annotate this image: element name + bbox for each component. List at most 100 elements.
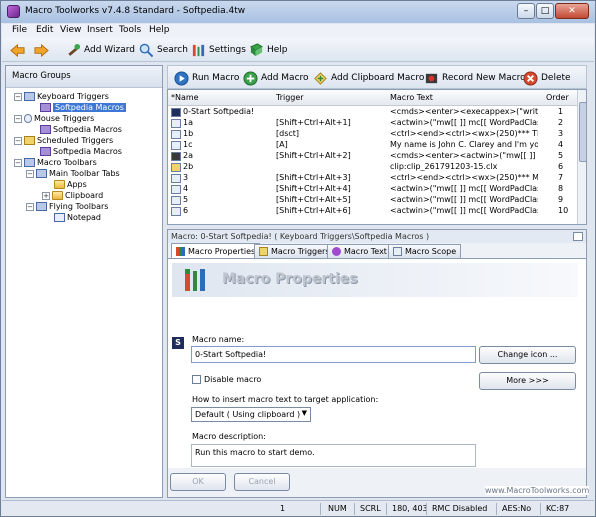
add-macro-button[interactable]: Add Macro [243,69,309,87]
table-row[interactable]: 0-Start Softpedia! <cmds><enter><execappe… [168,107,578,118]
table-row[interactable]: 2a [Shift+Ctrl+Alt+2] <cmds><enter><actwin… [168,151,578,162]
chevron-down-icon: ▼ [301,409,307,417]
table-row[interactable]: 1b [dsct] <ctrl><end><ctrl><wx>(250)*** TE… [168,129,578,140]
column-order[interactable]: Order [546,93,569,102]
macro-text-cell: <cmds><enter><actwin>("mw[[ ]] mc[[ Wd..… [390,151,538,160]
table-row[interactable]: 6 [Shift+Ctrl+Alt+6] <actwin>("mw[[ ]] mc[… [168,206,578,217]
back-button[interactable] [10,41,25,59]
scroll-thumb[interactable] [579,102,586,162]
tree-node-main-toolbar-tabs[interactable]: − Main Toolbar Tabs [26,168,120,179]
column-name[interactable]: *Name [171,93,199,102]
add-clipboard-macro-button[interactable]: Add Clipboard Macro [313,69,424,87]
record-icon [425,73,438,83]
menu-insert[interactable]: Insert [87,25,113,35]
menu-help[interactable]: Help [149,25,170,35]
change-icon-button[interactable]: Change icon ... [479,346,576,364]
macro-icon [171,207,181,216]
macro-order-cell: 1 [558,107,564,116]
tree-node-softpedia-macros-mouse[interactable]: Softpedia Macros [40,124,122,135]
vertical-scrollbar[interactable] [577,90,586,224]
add-wizard-label: Add Wizard [84,45,135,55]
macro-text-cell: clip:clip_261791203-15.clx [390,162,498,171]
collapse-toggle[interactable]: − [26,169,34,178]
tree-node-notepad[interactable]: Notepad [54,212,101,223]
delete-button[interactable]: Delete [523,69,571,87]
macro-icon [171,141,181,150]
macro-icon [171,108,181,117]
macro-groups-pane: Macro Groups − Keyboard Triggers Softpedi… [5,65,163,498]
table-row[interactable]: 1a [Shift+Ctrl+Alt+1] <actwin>("mw[[ ]] mc… [168,118,578,129]
menu-file[interactable]: File [12,25,27,35]
record-new-macro-button[interactable]: Record New Macro [424,69,526,87]
status-divider [320,503,321,515]
run-macro-button[interactable]: Run Macro [174,69,239,87]
toolbar-icon [36,169,47,178]
help-label: Help [267,45,288,55]
folder-icon [54,180,65,189]
search-label: Search [157,45,188,55]
tree-node-clipboard[interactable]: + Clipboard [42,190,103,201]
table-row[interactable]: 5 [Shift+Ctrl+Alt+5] <actwin>("mw[[ ]] mc[… [168,195,578,206]
tree-node-softpedia-macros-sched[interactable]: Softpedia Macros [40,146,122,157]
macro-properties-panel: Macro: 0-Start Softpedia! ( Keyboard Tri… [167,229,587,498]
status-count: 1 [280,504,286,513]
collapse-toggle[interactable]: − [26,202,34,211]
trigger-icon [259,247,268,256]
more-button[interactable]: More >>> [479,372,576,390]
add-wizard-button[interactable]: Add Wizard [66,41,135,59]
close-button[interactable]: ✕ [555,3,589,19]
table-row[interactable]: 2b clip:clip_261791203-15.clx 6 [168,162,578,173]
clock-icon [24,136,35,145]
macro-name-cell: 0-Start Softpedia! [183,107,255,116]
column-trigger[interactable]: Trigger [276,93,304,102]
tab-macro-properties[interactable]: Macro Properties [171,243,261,258]
tree-node-keyboard-triggers[interactable]: − Keyboard Triggers [14,91,109,102]
status-aes: AES:No [502,504,532,513]
table-row[interactable]: 4 [Shift+Ctrl+Alt+4] <actwin>("mw[[ ]] mc[… [168,184,578,195]
macro-actions-toolbar: Run Macro Add Macro Add Clipboard Macro … [167,65,587,89]
macro-name-field[interactable]: 0-Start Softpedia! [191,346,476,363]
menu-tools[interactable]: Tools [119,25,141,35]
ok-button[interactable]: OK [170,473,226,491]
macro-description-field[interactable]: Run this macro to start demo. [191,444,476,467]
keyboard-icon [24,92,35,101]
column-macro-text[interactable]: Macro Text [390,93,433,102]
minimize-button[interactable]: – [517,3,535,19]
macro-trigger-cell: [Shift+Ctrl+Alt+2] [276,151,351,160]
play-icon [174,70,189,86]
collapse-toggle[interactable]: − [14,158,22,167]
macro-description-label: Macro description: [192,432,266,441]
table-row[interactable]: 3 [Shift+Ctrl+Alt+3] <ctrl><end><ctrl><wx>… [168,173,578,184]
macro-name-label: Macro name: [192,335,245,344]
macro-group-icon [40,147,51,156]
menu-edit[interactable]: Edit [36,25,53,35]
macro-icon [171,152,181,161]
insert-method-select[interactable]: Default ( Using clipboard ) ▼ [191,407,311,422]
tree-node-softpedia-macros-kb[interactable]: Softpedia Macros [40,102,126,113]
help-button[interactable]: Help [249,41,288,59]
collapse-toggle[interactable]: − [14,92,22,101]
forward-button[interactable] [34,41,49,59]
pin-icon[interactable] [573,232,583,241]
macro-text-cell: <actwin>("mw[[ ]] mc[[ WordPadClass ]] .… [390,195,538,204]
collapse-toggle[interactable]: − [14,114,22,123]
table-row[interactable]: 1c [A] My name is John C. Clarey and I'm y… [168,140,578,151]
search-button[interactable]: Search [139,41,188,59]
properties-banner: Macro Properties [172,263,578,297]
tree-node-flying-toolbars[interactable]: − Flying Toolbars [26,201,108,212]
tree-node-mouse-triggers[interactable]: − Mouse Triggers [14,113,94,124]
website-watermark: www.MacroToolworks.com [485,486,590,495]
tab-macro-text[interactable]: Macro Text [327,244,392,258]
menu-view[interactable]: View [60,25,81,35]
expand-toggle[interactable]: + [42,191,50,200]
tab-macro-scope[interactable]: Macro Scope [388,244,462,258]
collapse-toggle[interactable]: − [14,136,22,145]
tree-node-apps[interactable]: Apps [54,179,87,190]
tree-node-macro-toolbars[interactable]: − Macro Toolbars [14,157,97,168]
maximize-button[interactable]: □ [536,3,554,19]
disable-macro-checkbox[interactable] [192,375,201,384]
cancel-button[interactable]: Cancel [234,473,290,491]
tab-macro-triggers[interactable]: Macro Triggers [254,244,335,258]
tree-node-scheduled-triggers[interactable]: − Scheduled Triggers [14,135,113,146]
settings-button[interactable]: Settings [191,41,246,59]
